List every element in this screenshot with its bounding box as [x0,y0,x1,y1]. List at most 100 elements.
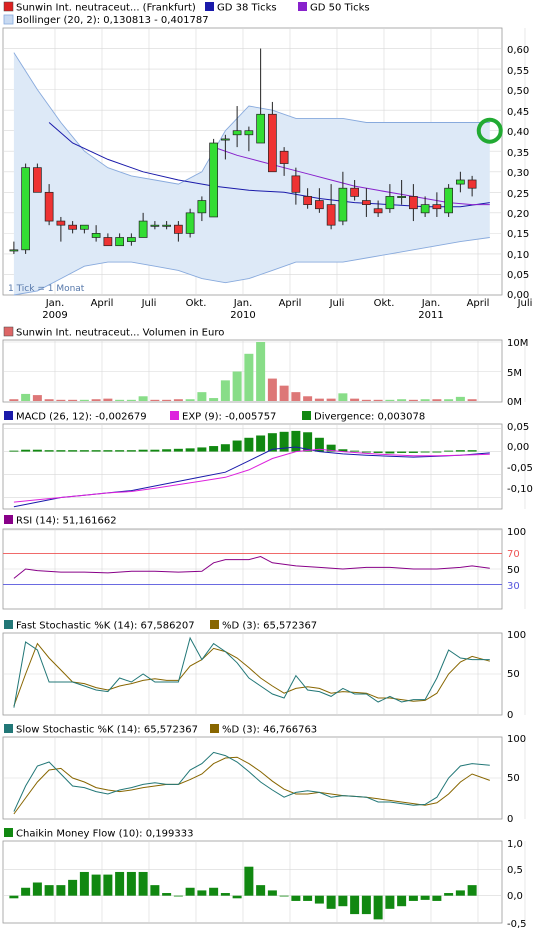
volume-bar [232,371,242,401]
volume-bar [256,342,266,401]
candle-body [432,204,442,210]
divergence-bar [91,450,101,452]
cmf-bar [408,895,418,901]
candle-body [467,179,477,189]
slow-stoch-tick-label: 0 [507,814,513,825]
candle-body [21,167,30,251]
price-tick-label: 0,55 [507,66,529,77]
cmf-bar [314,895,324,904]
volume-bar [220,380,230,401]
volume-bar [244,353,254,401]
price-tick-label: 0,35 [507,148,529,159]
candle-body [326,204,336,226]
volume-bar [314,398,324,401]
cmf-bar [209,887,219,896]
x-axis-month-label: April [279,298,302,309]
cmf-bar [373,895,383,920]
candle-body [209,142,218,218]
candle-body [350,187,359,197]
cmf-bar [9,895,19,899]
volume-bar [373,399,383,401]
volume-bar [44,399,54,401]
cmf-bar [173,895,183,897]
candle-body [80,224,89,230]
divergence-bar [56,450,66,452]
legend-swatch-macd [4,411,13,420]
legend-gd38-label: GD 38 Ticks [217,3,277,14]
volume-bar [9,399,19,401]
volume-bar [303,396,313,401]
volume-tick-label: 0M [507,397,522,408]
candle-body [397,196,406,198]
divergence-bar [432,451,442,453]
legend-swatch-gd38 [205,2,214,11]
volume-bar [68,399,78,401]
cmf-tick-label: 1,0 [507,839,523,850]
divergence-bar [150,449,160,452]
divergence-bar [408,451,418,453]
divergence-bar [115,450,125,452]
cmf-bar [126,871,136,896]
legend-swatch-slow-k [4,724,13,733]
divergence-bar [361,451,371,453]
legend-swatch-bollinger [3,14,14,25]
divergence-bar [467,450,477,452]
legend-price-label: Sunwin Int. neutraceut... (Frankfurt) [16,3,196,14]
candle-body [162,224,171,227]
candle-body [291,175,301,193]
candle-body [420,204,430,214]
volume-bar [361,399,371,401]
volume-legend-label: Sunwin Int. neutraceut... Volumen in Eur… [16,328,224,339]
cmf-bar [79,871,89,896]
legend-swatch-price [3,1,14,12]
stock-chart-page: Sunwin Int. neutraceut... (Frankfurt) GD… [0,0,545,930]
volume-bar [267,378,277,401]
cmf-bar [420,895,430,900]
candle-body [221,138,230,141]
divergence-bar [350,450,360,452]
divergence-bar [256,435,266,452]
volume-bar [126,399,136,401]
cmf-bar [385,895,395,909]
x-axis-month-label: Okt. [186,298,207,309]
candle-body [256,113,265,144]
divergence-bar [397,451,407,453]
divergence-bar [244,437,254,452]
candle-body [385,196,395,210]
price-tick-label: 0,20 [507,209,529,220]
cmf-tick-label: 0,5 [507,865,523,876]
tick-footnote: 1 Tick = 1 Monat [8,284,85,294]
cmf-bar [220,893,230,896]
rsi-panel: RSI (14): 51,161662 30 50 70 100 [2,515,526,610]
candle-body [303,196,312,205]
price-tick-label: 0,40 [507,127,529,138]
divergence-bar [173,448,183,452]
legend-swatch-fast-d [210,620,219,629]
cmf-bar [32,882,42,896]
x-axis-month-label: April [91,298,114,309]
divergence-bar [455,450,465,452]
divergence-bar [291,430,301,452]
volume-bar [397,399,407,401]
candle-body [268,113,277,173]
price-tick-label: 0,15 [507,229,529,240]
price-tick-label: 0,25 [507,189,529,200]
price-tick-label: 0,50 [507,86,529,97]
divergence-bar [9,450,19,452]
cmf-bar [455,890,465,896]
slow-stoch-tick-label: 50 [507,773,520,784]
x-axis-month-label: Juli [329,298,345,309]
legend-swatch-exp [170,411,179,420]
fast-stoch-tick-label: 50 [507,669,520,680]
volume-bar [197,392,207,401]
cmf-bar [162,893,172,896]
cmf-bar [350,895,360,915]
cmf-bar [279,895,289,897]
rsi-tick-label: 70 [507,549,520,560]
volume-bar [338,393,348,401]
candle-body [444,187,453,214]
divergence-bar [68,450,78,452]
x-axis-month-label: Jan. [421,298,441,309]
divergence-legend-label: Divergence: 0,003078 [314,412,425,423]
volume-bar [467,399,477,401]
